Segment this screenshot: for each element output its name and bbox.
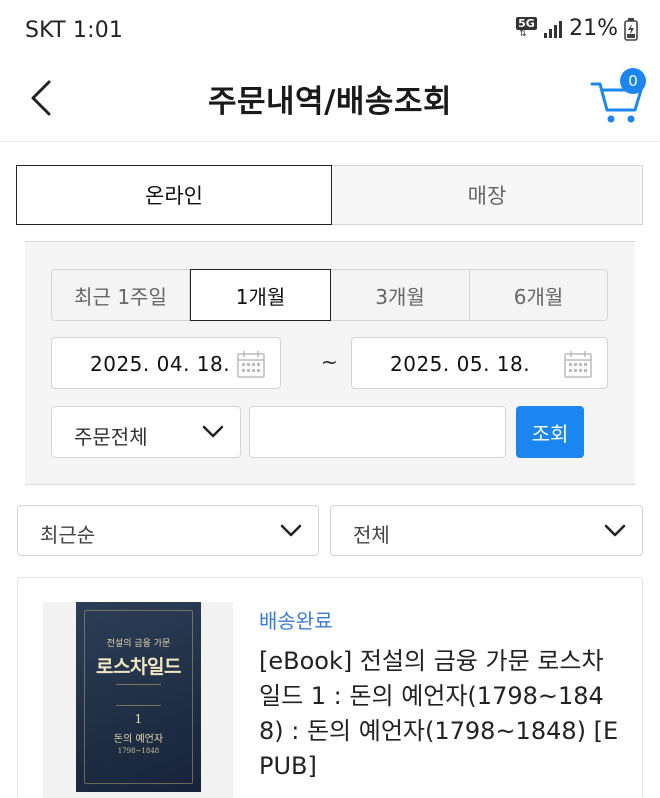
cover-volume: 1 [134, 712, 143, 726]
order-type-value: 주문전체 [74, 425, 148, 449]
date-separator: ~ [321, 350, 338, 374]
sort-order-value: 최근순 [40, 523, 96, 547]
tab-store[interactable]: 매장 [332, 165, 643, 225]
battery-charging-icon [624, 17, 638, 41]
tab-online[interactable]: 온라인 [16, 165, 332, 225]
carrier-time: SKT 1:01 [25, 18, 124, 43]
status-filter-value: 전체 [353, 523, 390, 547]
product-thumbnail[interactable]: 전설의 금융 가문 로스차일드 1 돈의 예언자 1798~1848 [43, 602, 233, 798]
page-title: 주문내역/배송조회 [208, 84, 452, 120]
network-5g-icon: 5G ⇅ [516, 16, 537, 39]
product-title[interactable]: [eBook] 전설의 금융 가문 로스차일드 1 : 돈의 예언자(1798~… [259, 644, 619, 784]
channel-tabs: 온라인 매장 [16, 165, 643, 225]
chevron-down-icon [280, 524, 302, 537]
calendar-icon [237, 351, 265, 378]
calendar-icon [564, 351, 592, 378]
network-label: 5G [516, 16, 537, 30]
period-tab-3-months[interactable]: 3개월 [331, 269, 470, 321]
chevron-down-icon [604, 524, 626, 537]
cover-years: 1798~1848 [117, 747, 160, 755]
period-tab-1-month[interactable]: 1개월 [190, 269, 331, 321]
cover-subtitle: 전설의 금융 가문 [106, 639, 171, 649]
status-filter-select[interactable]: 전체 [330, 505, 643, 556]
period-tabs: 최근 1주일 1개월 3개월 6개월 [51, 269, 608, 321]
order-card[interactable]: 전설의 금융 가문 로스차일드 1 돈의 예언자 1798~1848 배송완료 … [17, 577, 643, 798]
order-search-input[interactable] [249, 406, 506, 458]
sort-order-select[interactable]: 최근순 [17, 505, 319, 556]
status-bar: SKT 1:01 5G ⇅ 21% [0, 0, 660, 62]
cover-title: 로스차일드 [96, 656, 181, 678]
app-header: 주문내역/배송조회 [0, 62, 660, 142]
status-indicators: 5G ⇅ 21% [515, 16, 638, 41]
end-date-field[interactable]: 2025. 05. 18. [351, 337, 608, 389]
period-tab-1-week[interactable]: 최근 1주일 [51, 269, 190, 321]
order-status: 배송완료 [259, 609, 333, 633]
period-tab-6-months[interactable]: 6개월 [470, 269, 608, 321]
start-date-value: 2025. 04. 18. [90, 352, 231, 376]
start-date-field[interactable]: 2025. 04. 18. [51, 337, 281, 389]
book-cover-image: 전설의 금융 가문 로스차일드 1 돈의 예언자 1798~1848 [76, 602, 201, 792]
battery-percent: 21% [569, 16, 618, 41]
end-date-value: 2025. 05. 18. [390, 352, 531, 376]
order-type-select[interactable]: 주문전체 [51, 406, 241, 458]
chevron-down-icon [202, 425, 224, 438]
filter-panel: 최근 1주일 1개월 3개월 6개월 2025. 04. 18. ~ 2025.… [25, 241, 635, 485]
cart-count-badge: 0 [620, 68, 646, 94]
search-button[interactable]: 조회 [516, 406, 584, 458]
cover-volume-title: 돈의 예언자 [113, 734, 164, 745]
signal-icon [543, 19, 563, 39]
